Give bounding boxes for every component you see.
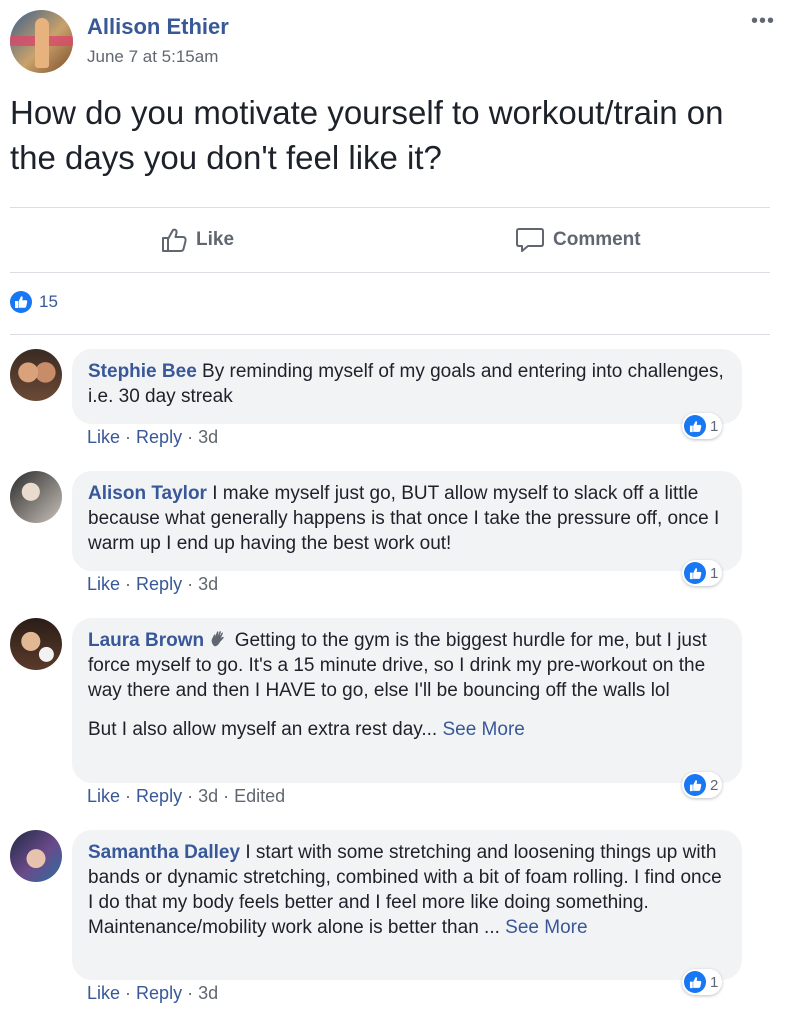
comment: Stephie Bee By reminding myself of my go…: [10, 349, 775, 449]
like-reaction-icon: [684, 971, 706, 993]
comment-label: Comment: [553, 229, 641, 250]
comment-like-link[interactable]: Like: [87, 574, 120, 594]
post-timestamp[interactable]: June 7 at 5:15am: [87, 47, 218, 67]
comment-reply-link[interactable]: Reply: [136, 983, 182, 1003]
commenter-name[interactable]: Laura Brown: [88, 630, 204, 651]
comment-reaction-count: 1: [710, 973, 719, 991]
post-header: Allison Ethier June 7 at 5:15am •••: [10, 10, 775, 76]
author-avatar[interactable]: [10, 10, 73, 73]
waving-hand-icon: [212, 631, 225, 647]
commenter-avatar[interactable]: [10, 471, 62, 523]
see-more-link[interactable]: See More: [442, 719, 524, 740]
commenter-name[interactable]: Stephie Bee: [88, 361, 197, 382]
comment-bubble: Samantha Dalley I start with some stretc…: [72, 830, 742, 980]
comment-meta: Like · Reply · 3d: [87, 574, 219, 594]
comment-meta: Like · Reply · 3d · Edited: [87, 786, 286, 806]
post-text: How do you motivate yourself to workout/…: [10, 94, 724, 176]
reaction-count: 15: [39, 292, 58, 311]
comment-time[interactable]: 3d: [198, 427, 218, 447]
commenter-avatar[interactable]: [10, 618, 62, 670]
like-button[interactable]: Like: [160, 225, 234, 255]
comment-time[interactable]: 3d: [198, 983, 218, 1003]
comment-reaction-count: 1: [710, 564, 719, 582]
comment-reaction-count: 2: [710, 776, 719, 794]
comment-bubble: Laura Brown Getting to the gym is the bi…: [72, 618, 742, 783]
commenter-avatar[interactable]: [10, 830, 62, 882]
comment: Samantha Dalley I start with some stretc…: [10, 830, 775, 1015]
comment-reactions[interactable]: 1: [682, 969, 723, 995]
commenter-avatar[interactable]: [10, 349, 62, 401]
comment-like-link[interactable]: Like: [87, 983, 120, 1003]
commenter-name[interactable]: Alison Taylor: [88, 483, 207, 504]
comment-time[interactable]: 3d: [198, 786, 218, 806]
like-label: Like: [196, 229, 235, 250]
divider: [10, 207, 770, 208]
comment-text-continued: But I also allow myself an extra rest da…: [88, 719, 525, 740]
comment-meta: Like · Reply · 3d: [87, 983, 219, 1003]
comment-reactions[interactable]: 1: [682, 560, 723, 586]
comment-reply-link[interactable]: Reply: [136, 427, 182, 447]
like-reaction-icon: [684, 415, 706, 437]
author-name[interactable]: Allison Ethier: [87, 14, 229, 40]
like-reaction-icon: [10, 291, 32, 313]
comment-bubble: Alison Taylor I make myself just go, BUT…: [72, 471, 742, 571]
comment-meta: Like · Reply · 3d: [87, 427, 219, 447]
see-more-link[interactable]: See More: [505, 917, 587, 938]
comment-button[interactable]: Comment: [515, 225, 641, 255]
comment-reactions[interactable]: 2: [682, 772, 723, 798]
comment-reply-link[interactable]: Reply: [136, 786, 182, 806]
comment-like-link[interactable]: Like: [87, 786, 120, 806]
like-reaction-icon: [684, 774, 706, 796]
comment-reaction-count: 1: [710, 417, 719, 435]
like-reaction-icon: [684, 562, 706, 584]
more-options-icon[interactable]: •••: [751, 10, 775, 33]
comment-reactions[interactable]: 1: [682, 413, 723, 439]
comment: Laura Brown Getting to the gym is the bi…: [10, 618, 775, 813]
thumbs-up-icon: [162, 228, 187, 252]
comment-like-link[interactable]: Like: [87, 427, 120, 447]
edited-label[interactable]: Edited: [234, 786, 285, 806]
comment: Alison Taylor I make myself just go, BUT…: [10, 471, 775, 601]
comment-bubble: Stephie Bee By reminding myself of my go…: [72, 349, 742, 424]
comment-time[interactable]: 3d: [198, 574, 218, 594]
comment-reply-link[interactable]: Reply: [136, 574, 182, 594]
commenter-name[interactable]: Samantha Dalley: [88, 842, 240, 863]
reaction-summary[interactable]: 15: [10, 291, 58, 313]
divider: [10, 334, 770, 335]
speech-bubble-icon: [516, 228, 544, 252]
divider: [10, 272, 770, 273]
